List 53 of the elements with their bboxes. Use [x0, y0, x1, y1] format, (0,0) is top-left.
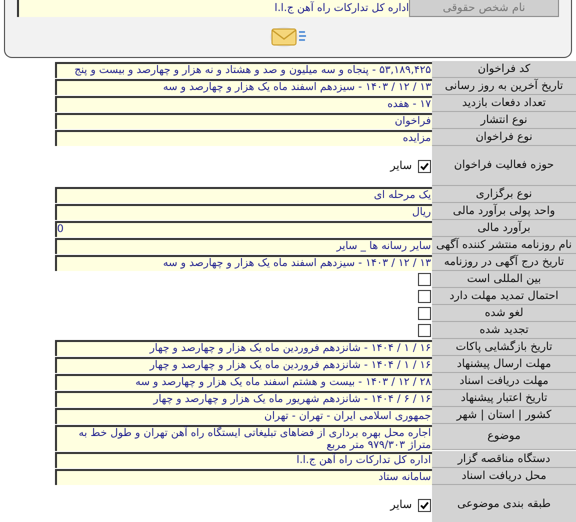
field-value: 0: [55, 221, 432, 237]
field-value: ریال: [55, 204, 432, 220]
field-value: ۲۸ / ۱۲ / ۱۴۰۳ - بیست و هشتم اسفند ماه یک هزار و چهارصد و سه: [55, 374, 432, 390]
checkbox[interactable]: [418, 273, 431, 286]
field-value: اداره کل تدارکات راه آهن ج.ا.ا: [55, 452, 432, 468]
field-label: طبقه بندی موضوعی: [432, 485, 576, 522]
field-label: نام روزنامه منتشر کننده آگهی: [432, 237, 576, 254]
field-value: اداره کل تدارکات راه آهن ج.ا.ا: [17, 0, 409, 17]
field-label: کشور | استان | شهر: [432, 407, 576, 424]
checkbox[interactable]: [418, 498, 431, 512]
field-label: نوع فراخوان: [432, 129, 576, 146]
field-label: تاریخ درج آگهی در روزنامه: [432, 254, 576, 271]
checkbox[interactable]: [418, 160, 431, 172]
field-label: حوزه فعالیت فراخوان: [432, 146, 576, 186]
field-label: نوع برگزاری: [432, 186, 576, 203]
field-value: اجاره محل بهره برداری از فضاهای تبلیغاتی ایستگاه راه آهن تهران و طول خط به متراژ ۹۷۹/۳۰۳ متر مربع: [55, 425, 432, 451]
field-value: سامانه ستاد: [55, 469, 432, 485]
field-value: جمهوری اسلامی ایران - تهران - تهران: [55, 408, 432, 424]
checkbox-label: سایر: [390, 496, 412, 513]
field-label: مهلت دریافت اسناد: [432, 373, 576, 390]
field-value: فراخوان: [55, 113, 432, 129]
field-value: مزایده: [55, 130, 432, 146]
field-label: تاریخ اعتبار پیشنهاد: [432, 390, 576, 407]
field-label: تعداد دفعات بازدید: [432, 95, 576, 112]
field-value: سایر رسانه ها _ سایر: [55, 238, 432, 254]
field-label: نام شخص حقوقی: [409, 0, 559, 17]
envelope-icon[interactable]: [269, 24, 307, 48]
field-label: محل دریافت اسناد: [432, 468, 576, 485]
field-label: تاریخ بازگشایی پاکات: [432, 339, 576, 356]
checkbox[interactable]: [418, 324, 431, 337]
field-value: ۱۳ / ۱۲ / ۱۴۰۳ - سیزدهم اسفند ماه یک هزار و چهارصد و سه: [55, 79, 432, 95]
field-label: لغو شده: [432, 305, 576, 322]
field-label: مهلت ارسال پیشنهاد: [432, 356, 576, 373]
field-label: کد فراخوان: [432, 61, 576, 78]
field-value: ۱۶ / ۱ / ۱۴۰۴ - شانزدهم فروردین ماه یک هزار و چهارصد و چهار: [55, 357, 432, 373]
field-label: بین المللی است: [432, 271, 576, 288]
field-label: موضوع: [432, 424, 576, 450]
field-label: تجدید شده: [432, 322, 576, 339]
field-label: واحد پولی برآورد مالی: [432, 203, 576, 220]
field-label: دستگاه مناقصه گزار: [432, 451, 576, 468]
field-value: ۱۷ - هفده: [55, 96, 432, 112]
checkbox[interactable]: [418, 307, 431, 320]
field-label: نوع انتشار: [432, 112, 576, 129]
field-value: ۵۳,۱۸۹,۴۲۵ - پنجاه و سه میلیون و صد و هشتاد و نه هزار و چهارصد و بیست و پنج: [55, 62, 432, 78]
field-value: یک مرحله ای: [55, 187, 432, 203]
field-label: تاریخ آخرین به روز رسانی: [432, 78, 576, 95]
field-label: برآورد مالی: [432, 220, 576, 237]
field-value: ۱۶ / ۱ / ۱۴۰۴ - شانزدهم فروردین ماه یک هزار و چهارصد و چهار: [55, 340, 432, 356]
checkbox-label: سایر: [390, 158, 412, 174]
field-value: ۱۶ / ۶ / ۱۴۰۴ - شانزدهم شهریور ماه یک هزار و چهارصد و چهار: [55, 391, 432, 407]
checkbox[interactable]: [418, 290, 431, 303]
field-label: احتمال تمدید مهلت دارد: [432, 288, 576, 305]
field-value: ۱۳ / ۱۲ / ۱۴۰۳ - سیزدهم اسفند ماه یک هزار و چهارصد و سه: [55, 255, 432, 271]
